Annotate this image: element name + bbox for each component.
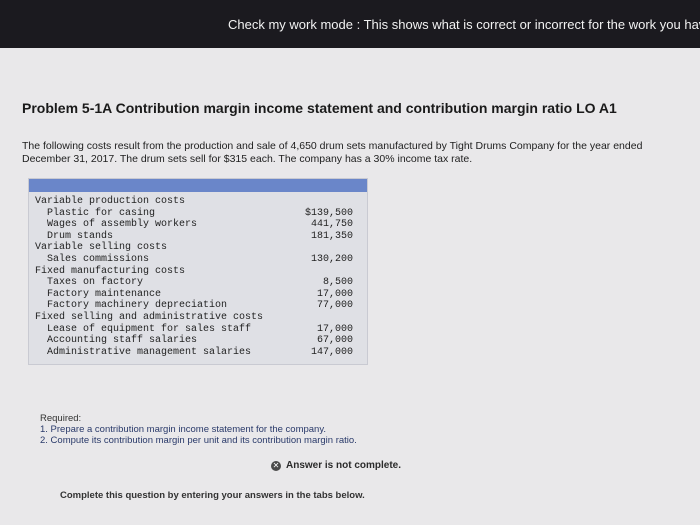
table-row: Wages of assembly workers 441,750 [29, 219, 367, 231]
table-row: Sales commissions 130,200 [29, 254, 367, 266]
row-label: Taxes on factory [47, 277, 144, 289]
row-label: Fixed selling and administrative costs [35, 311, 264, 323]
row-amount: 130,200 [310, 253, 353, 265]
row-label: Administrative management salaries [47, 346, 252, 358]
table-row: Drum stands 181,350 [29, 231, 367, 243]
row-label: Variable selling costs [35, 242, 168, 254]
instructions-text: Complete this question by entering your … [60, 490, 365, 501]
row-amount: 441,750 [310, 219, 353, 231]
row-label: Accounting staff salaries [47, 335, 198, 347]
table-row: Factory maintenance 17,000 [29, 289, 367, 301]
table-row: Taxes on factory 8,500 [29, 277, 367, 289]
row-label: Drum stands [47, 230, 114, 242]
row-amount: 17,000 [316, 288, 353, 300]
row-label: Variable production costs [35, 196, 186, 207]
row-amount: 181,350 [310, 230, 353, 242]
problem-intro: The following costs result from the prod… [22, 140, 643, 165]
row-label: Wages of assembly workers [47, 219, 198, 231]
problem-title: Problem 5-1A Contribution margin income … [22, 100, 617, 116]
row-amount: 147,000 [310, 346, 353, 358]
row-label: Factory maintenance [47, 288, 162, 300]
answer-status: ✕ Answer is not complete. [271, 460, 401, 471]
banner-text: Check my work mode : This shows what is … [228, 16, 700, 32]
table-row: Fixed selling and administrative costs [29, 312, 367, 324]
row-amount: 77,000 [316, 300, 353, 312]
table-row: Fixed manufacturing costs [29, 266, 367, 278]
required-item-1: 1. Prepare a contribution margin income … [40, 424, 327, 435]
table-row: Accounting staff salaries 67,000 [29, 335, 367, 347]
row-amount: 8,500 [322, 277, 353, 289]
table-header-bar [29, 179, 367, 192]
check-my-work-banner: Check my work mode : This shows what is … [0, 0, 700, 48]
row-amount: 17,000 [316, 323, 353, 335]
row-label: Sales commissions [47, 253, 150, 265]
table-row: Variable selling costs [29, 242, 367, 254]
table-row: Lease of equipment for sales staff 17,000 [29, 324, 367, 336]
table-row: Plastic for casing $139,500 [29, 208, 367, 220]
required-section: Required: 1. Prepare a contribution marg… [40, 413, 357, 446]
cost-table: Variable production costs Plastic for cas… [28, 178, 368, 366]
cost-table-rows: Variable production costs Plastic for cas… [29, 192, 367, 364]
answer-status-text: Answer is not complete. [286, 460, 402, 471]
row-amount: 67,000 [316, 335, 353, 347]
table-row: Factory machinery depreciation 77,000 [29, 300, 367, 312]
x-circle-icon: ✕ [271, 460, 281, 471]
row-label: Lease of equipment for sales staff [47, 323, 252, 335]
table-row: Variable production costs [29, 196, 367, 208]
row-label: Fixed manufacturing costs [35, 265, 186, 277]
required-title: Required: [40, 413, 82, 424]
row-label: Plastic for casing [47, 207, 156, 219]
row-amount: $139,500 [304, 207, 353, 219]
required-item-2: 2. Compute its contribution margin per u… [40, 435, 357, 446]
row-label: Factory machinery depreciation [47, 300, 228, 312]
table-row: Administrative management salaries 147,00… [29, 347, 367, 359]
